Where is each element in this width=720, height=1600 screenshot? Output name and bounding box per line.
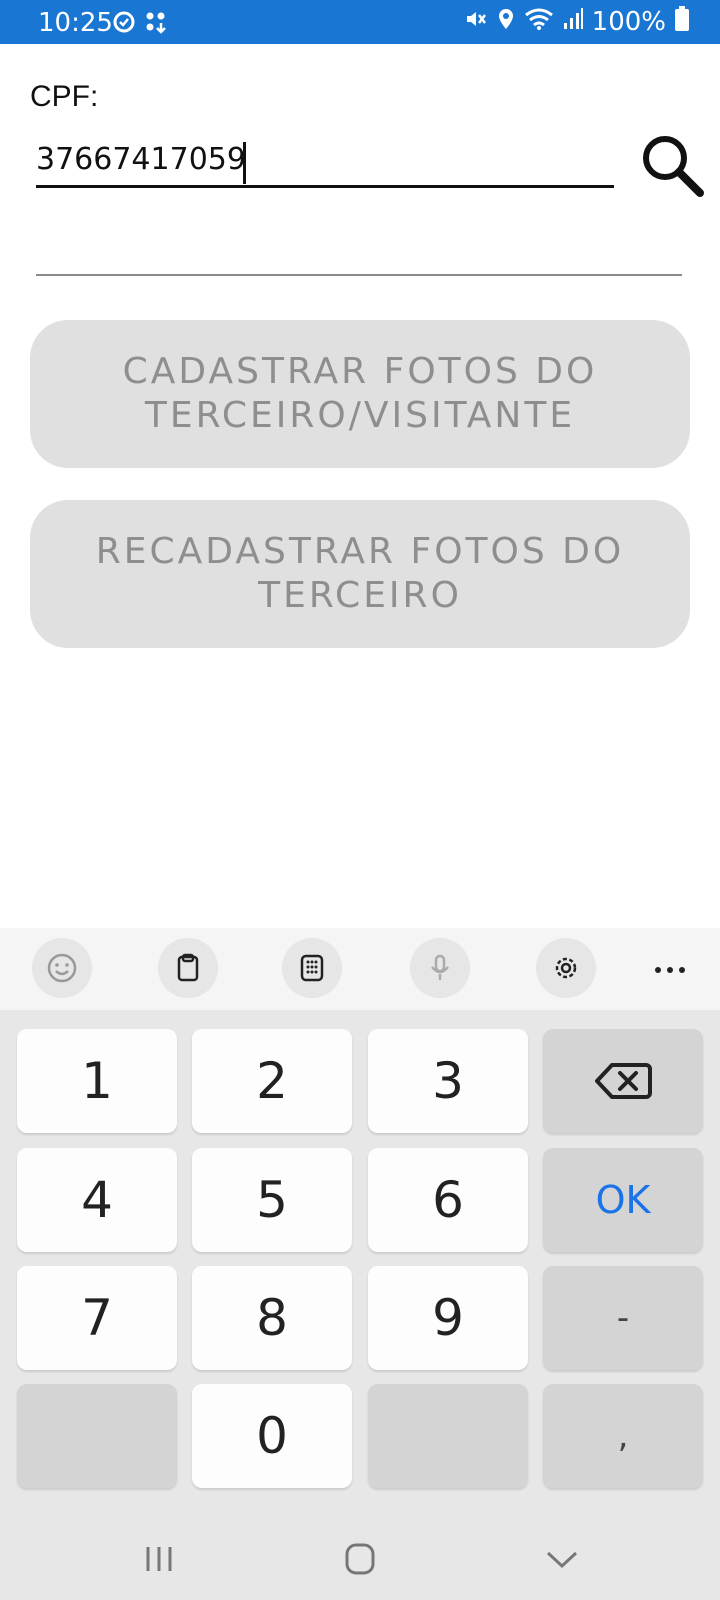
key-6[interactable]: 6: [368, 1148, 528, 1252]
secondary-field[interactable]: [36, 248, 682, 276]
status-bar: 10:25 100%: [0, 0, 720, 44]
settings-button[interactable]: [536, 938, 596, 998]
ok-key[interactable]: OK: [543, 1148, 703, 1252]
signal-icon: [562, 7, 584, 36]
mute-icon: [464, 7, 488, 36]
emoji-button[interactable]: [32, 938, 92, 998]
battery-percentage: 100%: [591, 6, 666, 37]
keyboard-toolbar: [0, 928, 720, 1010]
battery-icon: [674, 6, 690, 37]
key-8[interactable]: 8: [192, 1266, 352, 1370]
key-7[interactable]: 7: [17, 1266, 177, 1370]
cpf-input[interactable]: 37667417059: [36, 138, 614, 188]
status-left-icons: [112, 10, 168, 39]
voice-input-button[interactable]: [410, 938, 470, 998]
more-icon: [655, 967, 685, 973]
text-cursor: [243, 142, 246, 184]
comma-key[interactable]: ,: [543, 1384, 703, 1488]
key-9[interactable]: 9: [368, 1266, 528, 1370]
numeric-keyboard: 1 2 3 4 5 6 OK 7 8 9 - 0 ,: [0, 1010, 720, 1600]
register-photos-button[interactable]: CADASTRAR FOTOS DO TERCEIRO/VISITANTE: [30, 320, 690, 468]
key-2[interactable]: 2: [192, 1029, 352, 1133]
clipboard-button[interactable]: [158, 938, 218, 998]
wifi-icon: [524, 7, 554, 36]
search-button[interactable]: [638, 130, 706, 200]
status-time: 10:25: [38, 8, 113, 38]
backspace-icon: [595, 1063, 652, 1099]
recent-apps-icon: [146, 1547, 172, 1571]
emoji-icon: [47, 953, 77, 983]
settings-icon: [555, 957, 577, 979]
key-3[interactable]: 3: [368, 1029, 528, 1133]
key-5[interactable]: 5: [192, 1148, 352, 1252]
blank-key-right: [368, 1384, 528, 1488]
key-1[interactable]: 1: [17, 1029, 177, 1133]
location-icon: [496, 7, 516, 36]
reregister-photos-button[interactable]: RECADASTRAR FOTOS DO TERCEIRO: [30, 500, 690, 648]
sync-icon: [112, 10, 136, 39]
chevron-down-icon: [546, 1551, 578, 1569]
back-button[interactable]: [542, 1540, 582, 1580]
search-icon: [643, 136, 704, 197]
more-options-button[interactable]: [650, 950, 690, 990]
dash-key[interactable]: -: [543, 1266, 703, 1370]
key-0[interactable]: 0: [192, 1384, 352, 1488]
keypad-icon: [300, 954, 324, 982]
screen: 10:25 100% CPF: 37667417059 CADASTRAR FO…: [0, 0, 720, 1600]
navigation-bar: [0, 1520, 720, 1600]
status-right-icons: 100%: [464, 6, 690, 37]
home-button[interactable]: [340, 1540, 380, 1580]
keypad-button[interactable]: [282, 938, 342, 998]
blank-key-left: [17, 1384, 177, 1488]
clipboard-icon: [177, 953, 199, 982]
recent-apps-button[interactable]: [140, 1540, 180, 1580]
mic-icon: [431, 954, 449, 980]
home-icon: [345, 1543, 375, 1575]
key-4[interactable]: 4: [17, 1148, 177, 1252]
backspace-key[interactable]: [543, 1029, 703, 1133]
apps-icon: [144, 10, 168, 39]
cpf-label: CPF:: [30, 80, 99, 113]
